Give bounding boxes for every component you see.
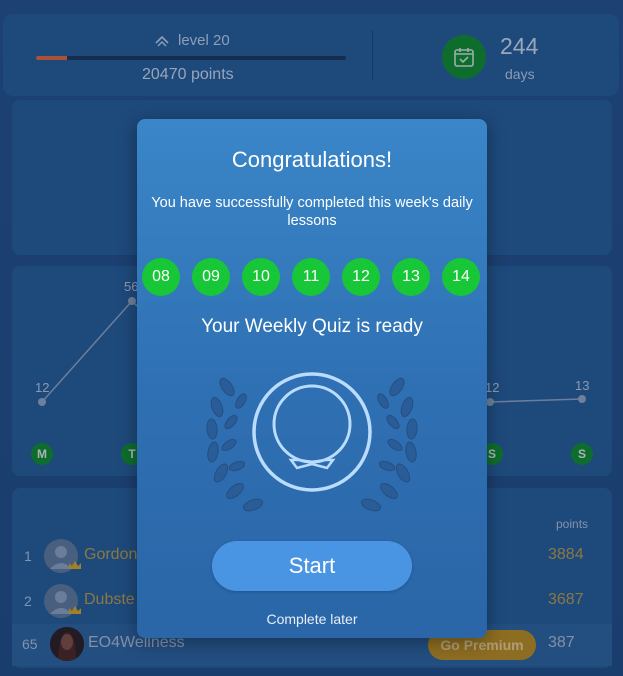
completed-day: 10 xyxy=(242,258,280,296)
completed-day: 12 xyxy=(342,258,380,296)
completed-day: 08 xyxy=(142,258,180,296)
completed-day: 14 xyxy=(442,258,480,296)
completed-day: 11 xyxy=(292,258,330,296)
complete-later-link[interactable]: Complete later xyxy=(137,611,487,627)
laurel-badge-icon xyxy=(206,372,418,512)
start-quiz-button[interactable]: Start xyxy=(212,541,412,591)
completed-day: 09 xyxy=(192,258,230,296)
weekly-complete-modal: Congratulations! You have successfully c… xyxy=(137,119,487,638)
modal-subtitle: You have successfully completed this wee… xyxy=(151,195,473,229)
quiz-ready-label: Your Weekly Quiz is ready xyxy=(201,316,423,337)
modal-title: Congratulations! xyxy=(231,147,393,172)
completed-day: 13 xyxy=(392,258,430,296)
completed-days-row: 08 09 10 11 12 13 14 xyxy=(142,258,482,296)
